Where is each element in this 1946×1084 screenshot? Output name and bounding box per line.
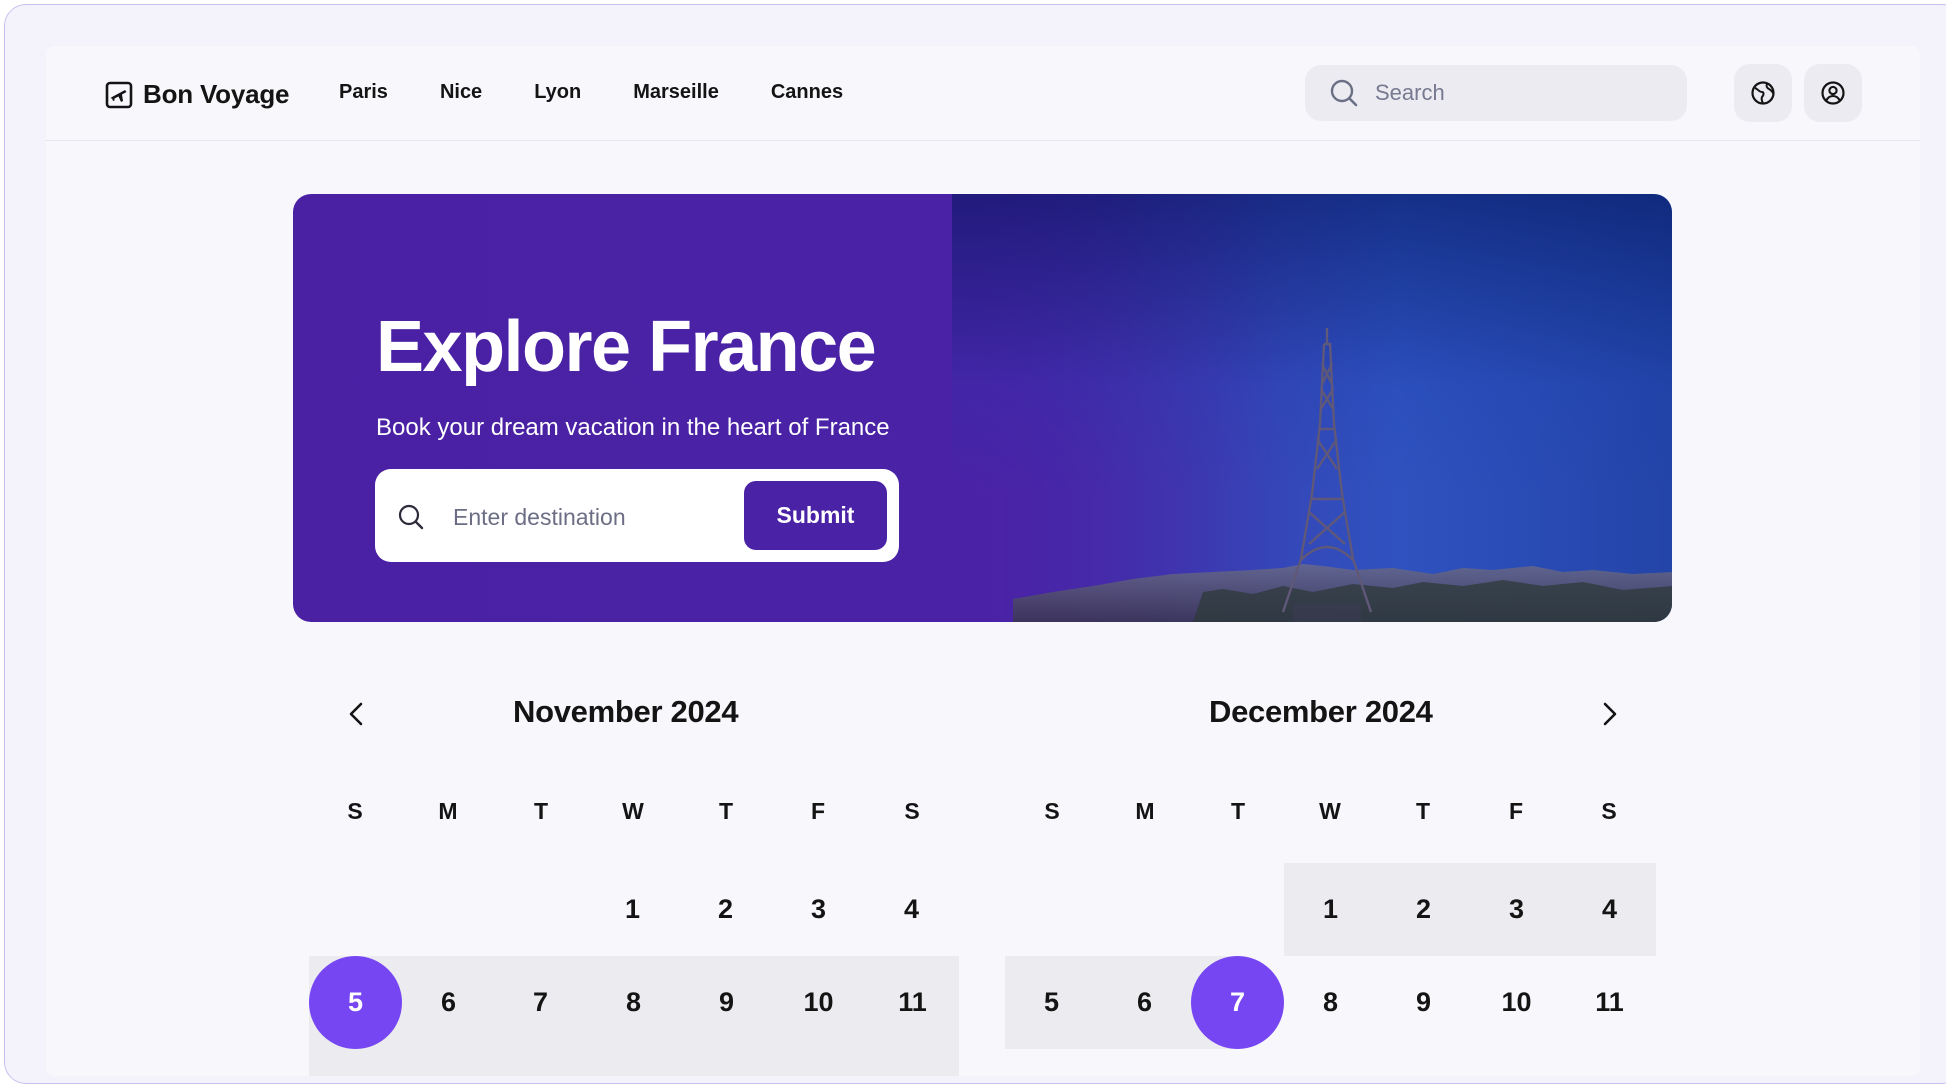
search-bar[interactable]	[1305, 65, 1687, 121]
calendar-day[interactable]: 3	[1470, 863, 1563, 956]
calendar-day[interactable]: 4	[865, 863, 958, 956]
calendar-day-selected-end[interactable]: 7	[1191, 956, 1284, 1049]
search-icon	[398, 504, 424, 530]
weekday-label: W	[1319, 798, 1341, 824]
calendar-day[interactable]: 1	[1284, 863, 1377, 956]
hero-title: Explore France	[376, 307, 877, 387]
hero-banner: Explore France Book your dream vacation …	[293, 194, 1672, 622]
calendar-day[interactable]: 8	[587, 956, 680, 1049]
calendar-day[interactable]: 8	[1284, 956, 1377, 1049]
calendar-day[interactable]: 5	[1005, 956, 1098, 1049]
weekday-label: T	[718, 798, 734, 824]
calendar-day[interactable]: 2	[1377, 863, 1470, 956]
user-account-icon	[1821, 81, 1845, 105]
weekday-label: S	[1601, 798, 1617, 824]
top-navigation-bar: Bon Voyage Paris Nice Lyon Marseille Can…	[46, 46, 1920, 141]
selected-range-november-next-row	[309, 1049, 959, 1076]
nav-link-nice[interactable]: Nice	[440, 81, 482, 104]
calendar-day[interactable]: 4	[1563, 863, 1656, 956]
next-month-arrow-icon[interactable]	[1594, 699, 1624, 729]
search-icon	[1330, 79, 1358, 107]
calendar-day[interactable]: 11	[1563, 956, 1656, 1049]
submit-button[interactable]: Submit	[744, 481, 887, 550]
nav-link-marseille[interactable]: Marseille	[633, 81, 719, 104]
brand-logo[interactable]: Bon Voyage	[105, 79, 290, 110]
month-title-november: November 2024	[513, 694, 739, 729]
calendar-day[interactable]: 6	[402, 956, 495, 1049]
previous-month-arrow-icon[interactable]	[342, 699, 372, 729]
globe-icon	[1751, 81, 1775, 105]
nav-link-lyon[interactable]: Lyon	[534, 81, 581, 104]
calendar-day[interactable]: 7	[494, 956, 587, 1049]
account-button[interactable]	[1804, 64, 1862, 122]
weekday-label: T	[1230, 798, 1246, 824]
month-title-december: December 2024	[1209, 694, 1433, 729]
calendar-day[interactable]: 11	[866, 956, 959, 1049]
weekday-label: F	[1508, 798, 1524, 824]
main-nav: Paris Nice Lyon Marseille Cannes	[339, 81, 895, 104]
page: Bon Voyage Paris Nice Lyon Marseille Can…	[46, 46, 1920, 1076]
nav-link-paris[interactable]: Paris	[339, 81, 388, 104]
weekday-label: S	[1044, 798, 1060, 824]
calendar-day[interactable]: 9	[680, 956, 773, 1049]
calendar-day[interactable]: 10	[1470, 956, 1563, 1049]
nav-link-cannes[interactable]: Cannes	[771, 81, 843, 104]
weekday-label: M	[438, 798, 458, 824]
hero-subtitle: Book your dream vacation in the heart of…	[376, 414, 890, 441]
weekday-label: M	[1135, 798, 1155, 824]
calendar-day[interactable]: 1	[586, 863, 679, 956]
weekday-label: T	[533, 798, 549, 824]
weekday-label: S	[347, 798, 363, 824]
weekday-label: F	[810, 798, 826, 824]
calendar-day[interactable]: 2	[679, 863, 772, 956]
language-button[interactable]	[1734, 64, 1792, 122]
weekday-label: S	[904, 798, 920, 824]
calendar-day-selected-start[interactable]: 5	[309, 956, 402, 1049]
calendar-day[interactable]: 6	[1098, 956, 1191, 1049]
calendar-day[interactable]: 9	[1377, 956, 1470, 1049]
calendar-day[interactable]: 3	[772, 863, 865, 956]
destination-search-box: Submit	[375, 469, 899, 562]
destination-input[interactable]	[451, 497, 745, 537]
search-input[interactable]	[1373, 79, 1637, 107]
calendar-day[interactable]: 10	[772, 956, 865, 1049]
weekday-label: W	[622, 798, 644, 824]
brand-name: Bon Voyage	[143, 79, 290, 109]
weekday-label: T	[1415, 798, 1431, 824]
airplane-ticket-icon	[105, 81, 133, 108]
